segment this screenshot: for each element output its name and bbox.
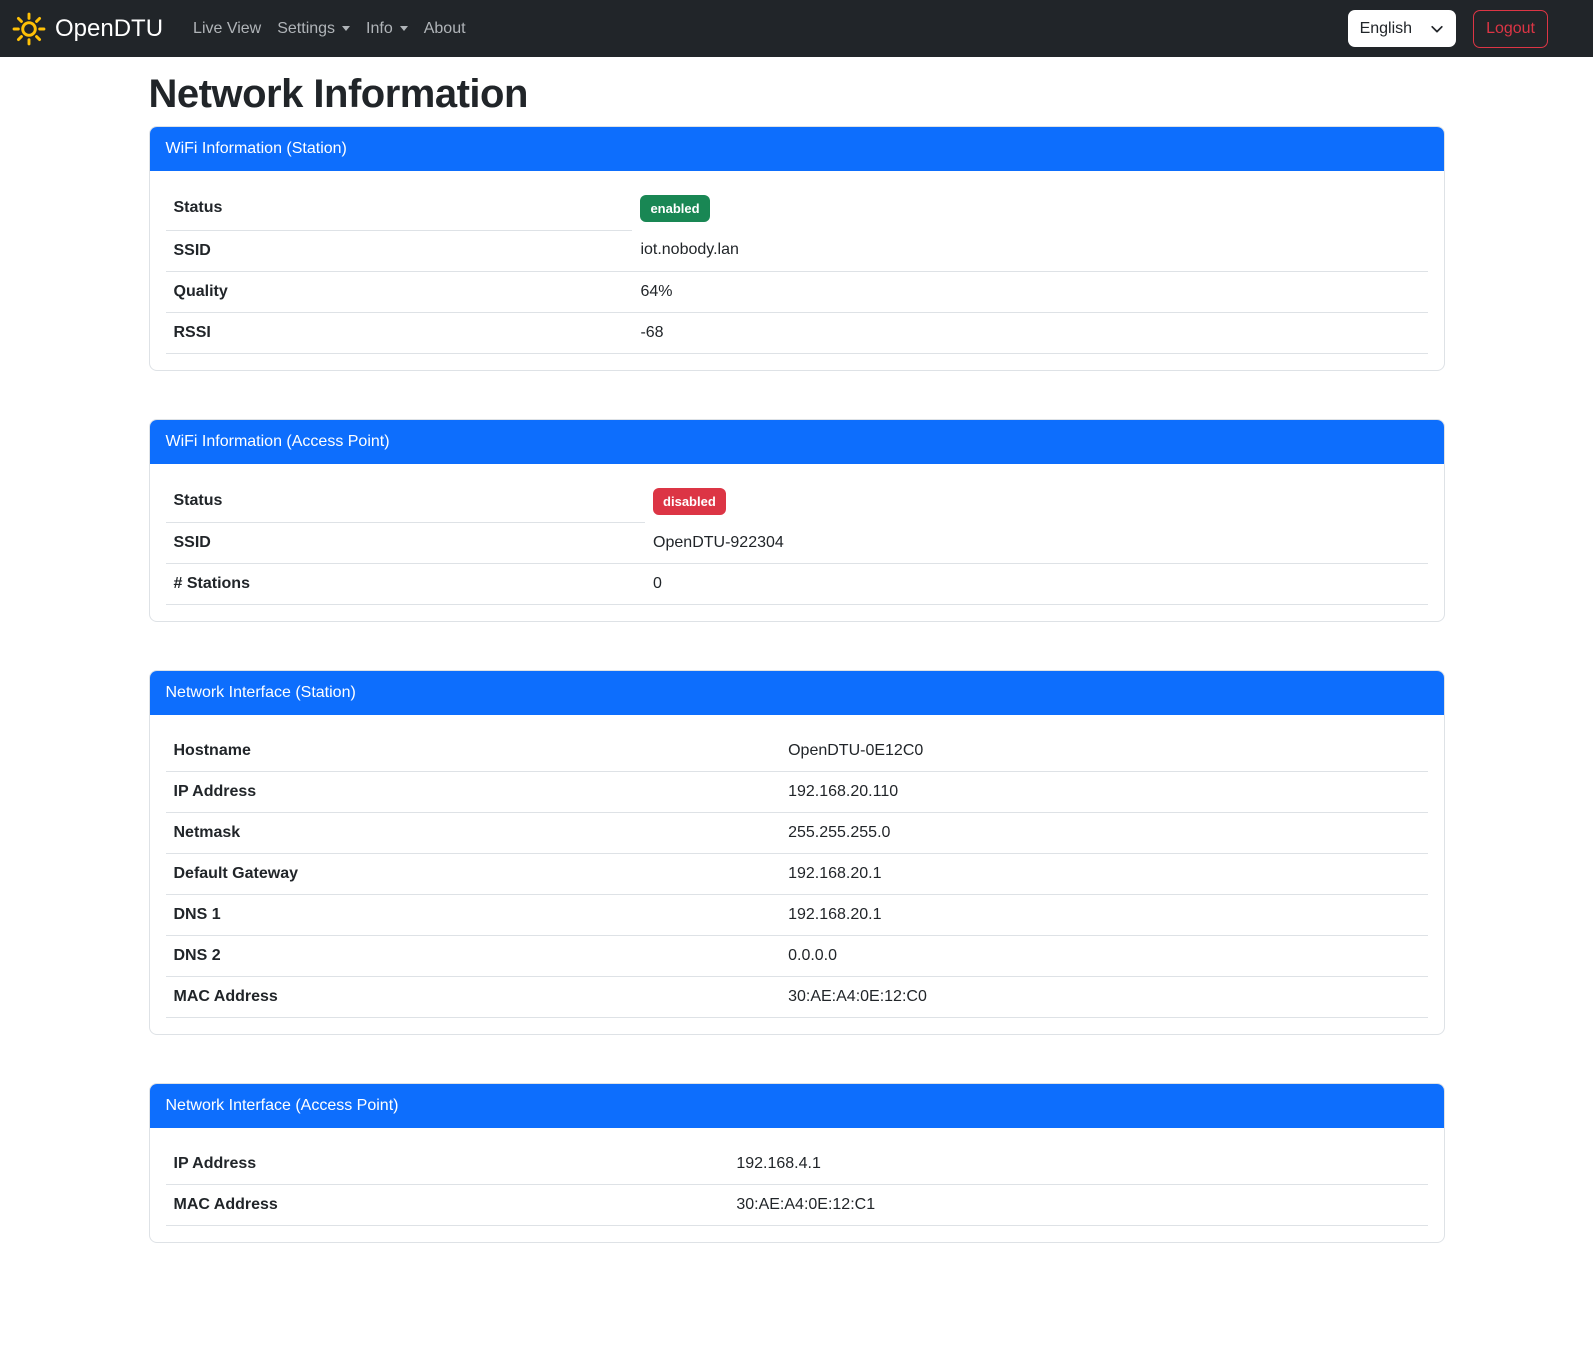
table-row: IP Address192.168.20.110 [166, 772, 1428, 813]
row-value: 192.168.20.110 [780, 772, 1427, 813]
row-value: -68 [632, 312, 1427, 353]
row-label: Quality [166, 271, 633, 312]
row-label: SSID [166, 230, 633, 271]
table-row: Status enabled [166, 187, 1428, 230]
row-value: 255.255.255.0 [780, 813, 1427, 854]
nav-item: About [416, 12, 474, 46]
nav-item-settings[interactable]: Settings [269, 12, 358, 46]
row-value: 30:AE:A4:0E:12:C0 [780, 977, 1427, 1018]
row-value: 0.0.0.0 [780, 936, 1427, 977]
table-row: MAC Address30:AE:A4:0E:12:C1 [166, 1185, 1428, 1226]
info-table: Status enabled SSIDiot.nobody.lanQuality64… [166, 187, 1428, 354]
row-label: RSSI [166, 312, 633, 353]
row-value: 64% [632, 271, 1427, 312]
row-label: MAC Address [166, 977, 781, 1018]
row-label: IP Address [166, 772, 781, 813]
row-value: iot.nobody.lan [632, 230, 1427, 271]
row-value: OpenDTU-0E12C0 [780, 731, 1427, 772]
card-network-interface-station: Network Interface (Station) HostnameOpenD… [149, 670, 1445, 1035]
table-row: Default Gateway192.168.20.1 [166, 854, 1428, 895]
card-wifi-information-station: WiFi Information (Station)StatusenabledS… [149, 126, 1445, 371]
card-body: HostnameOpenDTU-0E12C0IP Address192.168.… [150, 715, 1444, 1034]
language-select[interactable]: English [1348, 10, 1456, 47]
row-value: 192.168.20.1 [780, 854, 1427, 895]
table-row: RSSI-68 [166, 312, 1428, 353]
row-value: 192.168.4.1 [728, 1144, 1427, 1185]
card-network-interface-access-point: Network Interface (Access Point) IP Addre… [149, 1083, 1445, 1243]
table-row: IP Address192.168.4.1 [166, 1144, 1428, 1185]
logout-button[interactable]: Logout [1473, 10, 1548, 48]
row-value: 0 [645, 564, 1427, 605]
chevron-down-icon [1430, 22, 1444, 36]
card-header: WiFi Information (Access Point) [150, 420, 1444, 464]
row-value: disabled [645, 480, 1427, 523]
table-row: DNS 1192.168.20.1 [166, 895, 1428, 936]
info-table: IP Address192.168.4.1MAC Address30:AE:A4… [166, 1144, 1428, 1226]
row-label: # Stations [166, 564, 646, 605]
sun-icon [12, 12, 46, 46]
row-label: Hostname [166, 731, 781, 772]
row-label: IP Address [166, 1144, 729, 1185]
table-row: DNS 20.0.0.0 [166, 936, 1428, 977]
nav-item: Live View [185, 12, 269, 46]
table-row: SSIDiot.nobody.lan [166, 230, 1428, 271]
table-row: HostnameOpenDTU-0E12C0 [166, 731, 1428, 772]
table-row: MAC Address30:AE:A4:0E:12:C0 [166, 977, 1428, 1018]
row-label: Netmask [166, 813, 781, 854]
table-row: # Stations0 [166, 564, 1428, 605]
nav-item: Settings [269, 12, 358, 46]
brand-label: OpenDTU [55, 15, 163, 43]
brand-link[interactable]: OpenDTU [12, 12, 163, 46]
nav-menu: Live ViewSettingsInfoAbout [185, 12, 474, 46]
card-header: WiFi Information (Station) [150, 127, 1444, 171]
cards-container: WiFi Information (Station)StatusenabledS… [149, 126, 1445, 1243]
table-row: Status disabled [166, 480, 1428, 523]
language-select-value: English [1360, 20, 1412, 38]
row-label: DNS 2 [166, 936, 781, 977]
info-table: HostnameOpenDTU-0E12C0IP Address192.168.… [166, 731, 1428, 1018]
card-body: IP Address192.168.4.1MAC Address30:AE:A4… [150, 1128, 1444, 1242]
row-label: Default Gateway [166, 854, 781, 895]
card-header: Network Interface (Access Point) [150, 1084, 1444, 1128]
info-table: Status disabled SSIDOpenDTU-922304# Statio… [166, 480, 1428, 606]
card-wifi-information-access-point: WiFi Information (Access Point) Status dis… [149, 419, 1445, 623]
navbar-right: English Logout [1348, 10, 1548, 48]
nav-item-info[interactable]: Info [358, 12, 416, 46]
card-body: Status disabled SSIDOpenDTU-922304# Statio… [150, 464, 1444, 622]
row-value: enabled [632, 187, 1427, 230]
row-label: DNS 1 [166, 895, 781, 936]
row-value: 30:AE:A4:0E:12:C1 [728, 1185, 1427, 1226]
status-badge: enabled [640, 195, 709, 222]
caret-down-icon [400, 26, 408, 31]
nav-item: Info [358, 12, 416, 46]
card-header: Network Interface (Station) [150, 671, 1444, 715]
nav-item-live-view[interactable]: Live View [185, 12, 269, 46]
status-badge: disabled [653, 488, 726, 515]
main-content: Network Information WiFi Information (St… [137, 72, 1457, 1243]
row-value: OpenDTU-922304 [645, 523, 1427, 564]
row-label: Status [166, 187, 633, 230]
table-row: Quality64% [166, 271, 1428, 312]
table-row: SSIDOpenDTU-922304 [166, 523, 1428, 564]
table-row: Netmask255.255.255.0 [166, 813, 1428, 854]
row-value: 192.168.20.1 [780, 895, 1427, 936]
row-label: MAC Address [166, 1185, 729, 1226]
navbar: OpenDTU Live ViewSettingsInfoAbout Engli… [0, 0, 1593, 57]
caret-down-icon [342, 26, 350, 31]
card-body: Status enabled SSIDiot.nobody.lanQuality64… [150, 171, 1444, 370]
row-label: Status [166, 480, 646, 523]
nav-item-about[interactable]: About [416, 12, 474, 46]
page-title: Network Information [149, 72, 1445, 117]
row-label: SSID [166, 523, 646, 564]
